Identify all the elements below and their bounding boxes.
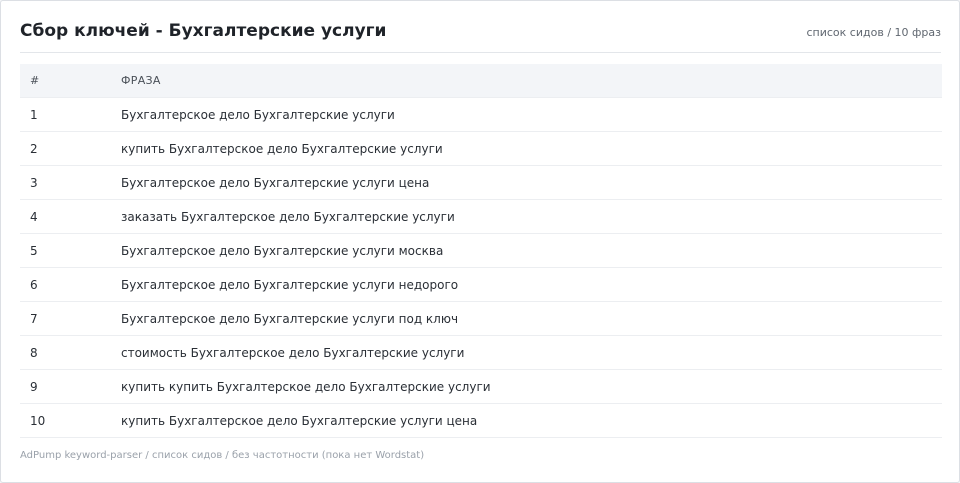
table-header-row: # ФРАЗА bbox=[20, 64, 942, 98]
table-row: 6 Бухгалтерское дело Бухгалтерские услуг… bbox=[20, 267, 942, 302]
footer-note: AdPump keyword-parser / список сидов / б… bbox=[20, 450, 425, 461]
row-number: 10 bbox=[20, 403, 111, 438]
table-row: 5 Бухгалтерское дело Бухгалтерские услуг… bbox=[20, 233, 942, 268]
row-number: 1 bbox=[20, 97, 111, 132]
row-phrase: заказать Бухгалтерское дело Бухгалтерски… bbox=[111, 199, 942, 234]
page-title: Сбор ключей - Бухгалтерские услуги bbox=[20, 21, 387, 41]
table-row: 10 купить Бухгалтерское дело Бухгалтерск… bbox=[20, 403, 942, 438]
row-phrase: купить купить Бухгалтерское дело Бухгалт… bbox=[111, 369, 942, 404]
row-phrase: купить Бухгалтерское дело Бухгалтерские … bbox=[111, 131, 942, 166]
column-header-phrase: ФРАЗА bbox=[111, 64, 942, 98]
table-row: 8 стоимость Бухгалтерское дело Бухгалтер… bbox=[20, 335, 942, 370]
row-phrase: Бухгалтерское дело Бухгалтерские услуги … bbox=[111, 233, 942, 268]
row-number: 3 bbox=[20, 165, 111, 200]
keywords-card: Сбор ключей - Бухгалтерские услуги списо… bbox=[0, 0, 960, 483]
list-meta: список сидов / 10 фраз bbox=[806, 26, 942, 39]
column-header-number: # bbox=[20, 64, 111, 98]
table-row: 4 заказать Бухгалтерское дело Бухгалтерс… bbox=[20, 199, 942, 234]
keywords-table: # ФРАЗА 1 Бухгалтерское дело Бухгалтерск… bbox=[20, 64, 942, 438]
row-number: 2 bbox=[20, 131, 111, 166]
row-number: 6 bbox=[20, 267, 111, 302]
row-phrase: купить Бухгалтерское дело Бухгалтерские … bbox=[111, 403, 942, 438]
table-row: 3 Бухгалтерское дело Бухгалтерские услуг… bbox=[20, 165, 942, 200]
row-number: 7 bbox=[20, 301, 111, 336]
row-phrase: Бухгалтерское дело Бухгалтерские услуги … bbox=[111, 165, 942, 200]
row-phrase: стоимость Бухгалтерское дело Бухгалтерск… bbox=[111, 335, 942, 370]
table-row: 9 купить купить Бухгалтерское дело Бухга… bbox=[20, 369, 942, 404]
table-row: 2 купить Бухгалтерское дело Бухгалтерски… bbox=[20, 131, 942, 166]
table-row: 7 Бухгалтерское дело Бухгалтерские услуг… bbox=[20, 301, 942, 336]
card-header: Сбор ключей - Бухгалтерские услуги списо… bbox=[20, 1, 941, 53]
row-phrase: Бухгалтерское дело Бухгалтерские услуги … bbox=[111, 267, 942, 302]
row-number: 5 bbox=[20, 233, 111, 268]
row-number: 4 bbox=[20, 199, 111, 234]
table-row: 1 Бухгалтерское дело Бухгалтерские услуг… bbox=[20, 97, 942, 132]
row-number: 9 bbox=[20, 369, 111, 404]
row-number: 8 bbox=[20, 335, 111, 370]
row-phrase: Бухгалтерское дело Бухгалтерские услуги bbox=[111, 97, 942, 132]
row-phrase: Бухгалтерское дело Бухгалтерские услуги … bbox=[111, 301, 942, 336]
